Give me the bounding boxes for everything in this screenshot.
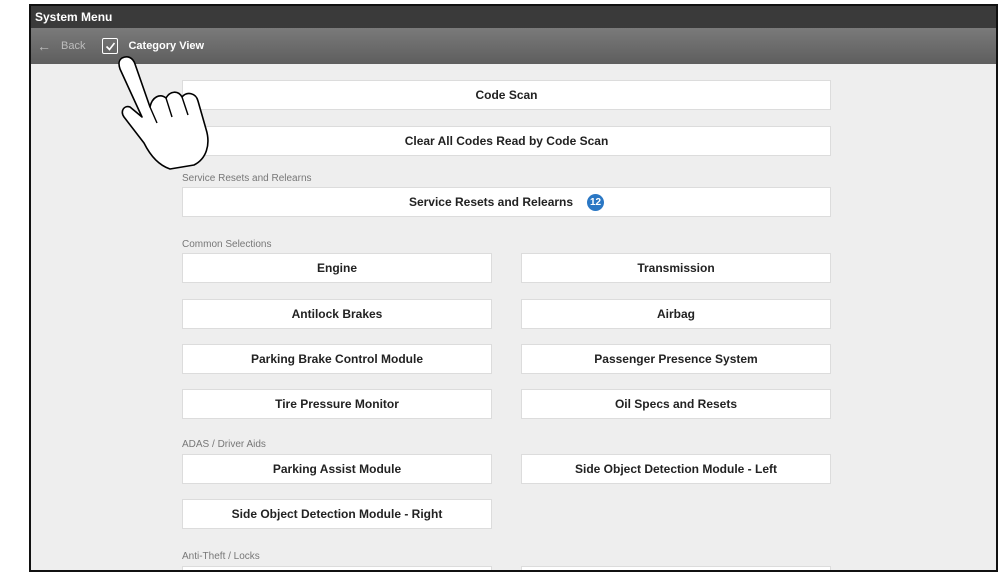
section-heading-service: Service Resets and Relearns	[182, 173, 312, 184]
clear-codes-button[interactable]: Clear All Codes Read by Code Scan	[182, 126, 831, 156]
passenger-presence-button[interactable]: Passenger Presence System	[521, 344, 831, 374]
service-resets-button[interactable]: Service Resets and Relearns 12	[182, 187, 831, 217]
back-button[interactable]: ← Back	[37, 38, 85, 54]
oil-specs-button[interactable]: Oil Specs and Resets	[521, 389, 831, 419]
checkmark-icon	[105, 42, 116, 51]
category-view-checkbox[interactable]	[102, 38, 119, 54]
engine-button[interactable]: Engine	[182, 253, 492, 283]
parking-brake-button[interactable]: Parking Brake Control Module	[182, 344, 492, 374]
pointing-hand-icon	[118, 56, 209, 170]
category-view-label[interactable]: Category View	[128, 40, 204, 52]
back-arrow-icon: ←	[37, 38, 51, 54]
service-resets-label: Service Resets and Relearns	[408, 195, 574, 209]
section-heading-antitheft: Anti-Theft / Locks	[182, 551, 260, 562]
transmission-button[interactable]: Transmission	[521, 253, 831, 283]
section-heading-common: Common Selections	[182, 239, 272, 250]
airbag-button[interactable]: Airbag	[521, 299, 831, 329]
antilock-brakes-button[interactable]: Antilock Brakes	[182, 299, 492, 329]
code-scan-button[interactable]: Code Scan	[182, 80, 831, 110]
side-object-right-button[interactable]: Side Object Detection Module - Right	[182, 499, 492, 529]
antitheft-button-2[interactable]	[521, 566, 831, 570]
tire-pressure-button[interactable]: Tire Pressure Monitor	[182, 389, 492, 419]
antitheft-button-1[interactable]	[182, 566, 492, 570]
window-title: System Menu	[31, 6, 996, 28]
section-heading-adas: ADAS / Driver Aids	[182, 439, 266, 450]
count-badge: 12	[587, 193, 605, 211]
parking-assist-button[interactable]: Parking Assist Module	[182, 454, 492, 484]
back-label: Back	[61, 40, 86, 52]
side-object-left-button[interactable]: Side Object Detection Module - Left	[521, 454, 831, 484]
